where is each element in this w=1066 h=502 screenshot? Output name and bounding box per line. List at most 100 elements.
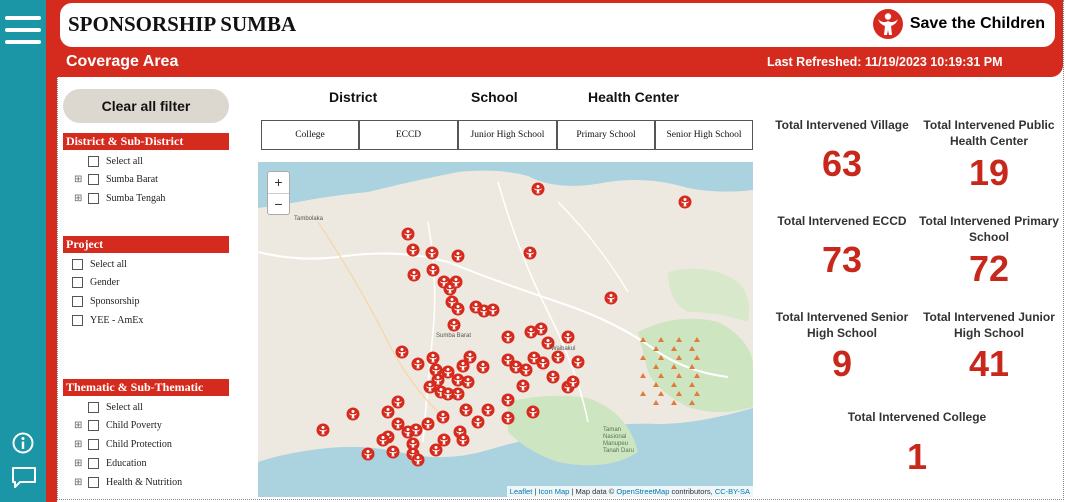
save-the-children-marker-icon[interactable] — [421, 417, 435, 431]
save-the-children-marker-icon[interactable] — [451, 302, 465, 316]
save-the-children-marker-icon[interactable] — [346, 407, 360, 421]
save-the-children-marker-icon[interactable] — [407, 268, 421, 282]
project-select-all[interactable]: Select all — [72, 257, 127, 271]
thematic-item-child-protection[interactable]: ⊞ Child Protection — [74, 437, 172, 451]
project-item-gender[interactable]: Gender — [72, 275, 119, 289]
hamburger-menu-icon[interactable] — [5, 16, 41, 46]
save-the-children-marker-icon[interactable] — [456, 433, 470, 447]
expand-icon[interactable]: ⊞ — [74, 174, 84, 185]
thematic-select-all[interactable]: Select all — [74, 400, 143, 414]
school-filter-primary[interactable]: Primary School — [557, 120, 655, 150]
checkbox[interactable] — [88, 401, 99, 413]
icon-map-link[interactable]: Icon Map — [538, 487, 569, 496]
save-the-children-marker-icon[interactable] — [376, 433, 390, 447]
school-filter-junior-high[interactable]: Junior High School — [458, 120, 557, 150]
save-the-children-marker-icon[interactable] — [481, 403, 495, 417]
save-the-children-marker-icon[interactable] — [409, 423, 423, 437]
save-the-children-marker-icon[interactable] — [451, 387, 465, 401]
school-filter-college[interactable]: College — [261, 120, 359, 150]
save-the-children-marker-icon[interactable] — [501, 411, 515, 425]
save-the-children-marker-icon[interactable] — [425, 246, 439, 260]
checkbox[interactable] — [72, 295, 83, 307]
checkbox[interactable] — [88, 155, 99, 167]
expand-icon[interactable]: ⊞ — [74, 477, 84, 488]
save-the-children-marker-icon[interactable] — [429, 443, 443, 457]
thematic-item-health-nutrition[interactable]: ⊞ Health & Nutrition — [74, 475, 182, 489]
save-the-children-marker-icon[interactable] — [381, 405, 395, 419]
save-the-children-marker-icon[interactable] — [386, 445, 400, 459]
save-the-children-marker-icon[interactable] — [411, 357, 425, 371]
save-the-children-marker-icon[interactable] — [501, 393, 515, 407]
osm-link[interactable]: OpenStreetMap — [616, 487, 669, 496]
save-the-children-marker-icon[interactable] — [551, 350, 565, 364]
save-the-children-marker-icon[interactable] — [459, 403, 473, 417]
coverage-map[interactable]: Tambolaka Sumba Barat Waibakul Taman Nas… — [258, 162, 753, 497]
checkbox[interactable] — [72, 258, 83, 270]
leaflet-link[interactable]: Leaflet — [510, 487, 533, 496]
save-the-children-marker-icon[interactable] — [426, 263, 440, 277]
save-the-children-marker-icon[interactable] — [316, 423, 330, 437]
chat-icon[interactable] — [11, 466, 37, 490]
save-the-children-marker-icon[interactable] — [678, 195, 692, 209]
info-icon[interactable] — [12, 432, 34, 454]
save-the-children-marker-icon[interactable] — [411, 453, 425, 467]
checkbox[interactable] — [88, 457, 99, 469]
save-the-children-marker-icon[interactable] — [406, 243, 420, 257]
save-the-children-marker-icon[interactable] — [447, 318, 461, 332]
checkbox[interactable] — [72, 276, 83, 288]
save-the-children-marker-icon[interactable] — [604, 291, 618, 305]
save-the-children-marker-icon[interactable] — [571, 355, 585, 369]
checkbox[interactable] — [88, 476, 99, 488]
save-the-children-marker-icon[interactable] — [527, 351, 541, 365]
expand-icon[interactable]: ⊞ — [74, 439, 84, 450]
zoom-out-button[interactable]: − — [268, 194, 289, 215]
license-link[interactable]: CC-BY-SA — [715, 487, 750, 496]
save-the-children-marker-icon[interactable] — [395, 345, 409, 359]
kpi-label-college: Total Intervened College — [847, 410, 987, 424]
clear-all-filter-button[interactable]: Clear all filter — [63, 89, 229, 123]
save-the-children-marker-icon[interactable] — [523, 246, 537, 260]
expand-icon[interactable]: ⊞ — [74, 193, 84, 204]
thematic-item-education[interactable]: ⊞ Education — [74, 456, 147, 470]
tab-health-center[interactable]: Health Center — [588, 89, 679, 105]
district-item-sumba-barat[interactable]: ⊞ Sumba Barat — [74, 172, 158, 186]
save-the-children-marker-icon[interactable] — [361, 447, 375, 461]
save-the-children-marker-icon[interactable] — [519, 363, 533, 377]
save-the-children-marker-icon[interactable] — [534, 322, 548, 336]
save-the-children-marker-icon[interactable] — [526, 405, 540, 419]
save-the-children-marker-icon[interactable] — [461, 375, 475, 389]
thematic-item-child-poverty[interactable]: ⊞ Child Poverty — [74, 418, 162, 432]
district-select-all[interactable]: Select all — [74, 154, 143, 168]
save-the-children-marker-icon[interactable] — [426, 351, 440, 365]
tab-district[interactable]: District — [329, 89, 377, 105]
save-the-children-marker-icon[interactable] — [463, 350, 477, 364]
district-item-sumba-tengah[interactable]: ⊞ Sumba Tengah — [74, 191, 165, 205]
checkbox[interactable] — [72, 314, 83, 326]
school-filter-eccd[interactable]: ECCD — [359, 120, 458, 150]
save-the-children-marker-icon[interactable] — [516, 379, 530, 393]
school-filter-senior-high[interactable]: Senior High School — [655, 120, 753, 150]
save-the-children-marker-icon[interactable] — [501, 330, 515, 344]
save-the-children-marker-icon[interactable] — [391, 395, 405, 409]
tab-school[interactable]: School — [471, 89, 518, 105]
checkbox[interactable] — [88, 438, 99, 450]
checkbox[interactable] — [88, 192, 99, 204]
save-the-children-marker-icon[interactable] — [451, 249, 465, 263]
expand-icon[interactable]: ⊞ — [74, 458, 84, 469]
save-the-children-marker-icon[interactable] — [471, 415, 485, 429]
save-the-children-marker-icon[interactable] — [486, 303, 500, 317]
save-the-children-marker-icon[interactable] — [401, 227, 415, 241]
save-the-children-marker-icon[interactable] — [531, 182, 545, 196]
checkbox[interactable] — [88, 419, 99, 431]
project-item-sponsorship[interactable]: Sponsorship — [72, 294, 139, 308]
save-the-children-marker-icon[interactable] — [449, 275, 463, 289]
zoom-in-button[interactable]: + — [268, 172, 289, 194]
save-the-children-marker-icon[interactable] — [436, 410, 450, 424]
save-the-children-marker-icon[interactable] — [546, 370, 560, 384]
project-item-yee-amex[interactable]: YEE - AmEx — [72, 313, 143, 327]
save-the-children-marker-icon[interactable] — [566, 375, 580, 389]
expand-icon[interactable]: ⊞ — [74, 420, 84, 431]
checkbox[interactable] — [88, 173, 99, 185]
save-the-children-marker-icon[interactable] — [476, 360, 490, 374]
save-the-children-marker-icon[interactable] — [561, 330, 575, 344]
